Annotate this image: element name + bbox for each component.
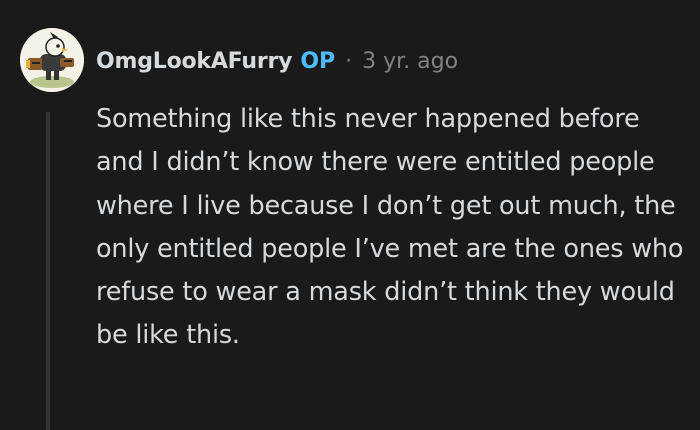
separator-dot: ·: [345, 48, 353, 74]
comment-timestamp[interactable]: 3 yr. ago: [362, 49, 458, 74]
op-badge: OP: [300, 48, 336, 74]
comment-body: Something like this never happened befor…: [96, 104, 684, 351]
username-link[interactable]: OmgLookAFurry: [96, 49, 293, 74]
comment: OmgLookAFurry OP · 3 yr. ago Something l…: [0, 0, 700, 430]
comment-header: OmgLookAFurry OP · 3 yr. ago: [96, 44, 458, 78]
user-avatar[interactable]: [20, 28, 84, 92]
cartoon-character-avatar-icon: [20, 28, 84, 92]
thread-line[interactable]: [46, 112, 50, 430]
